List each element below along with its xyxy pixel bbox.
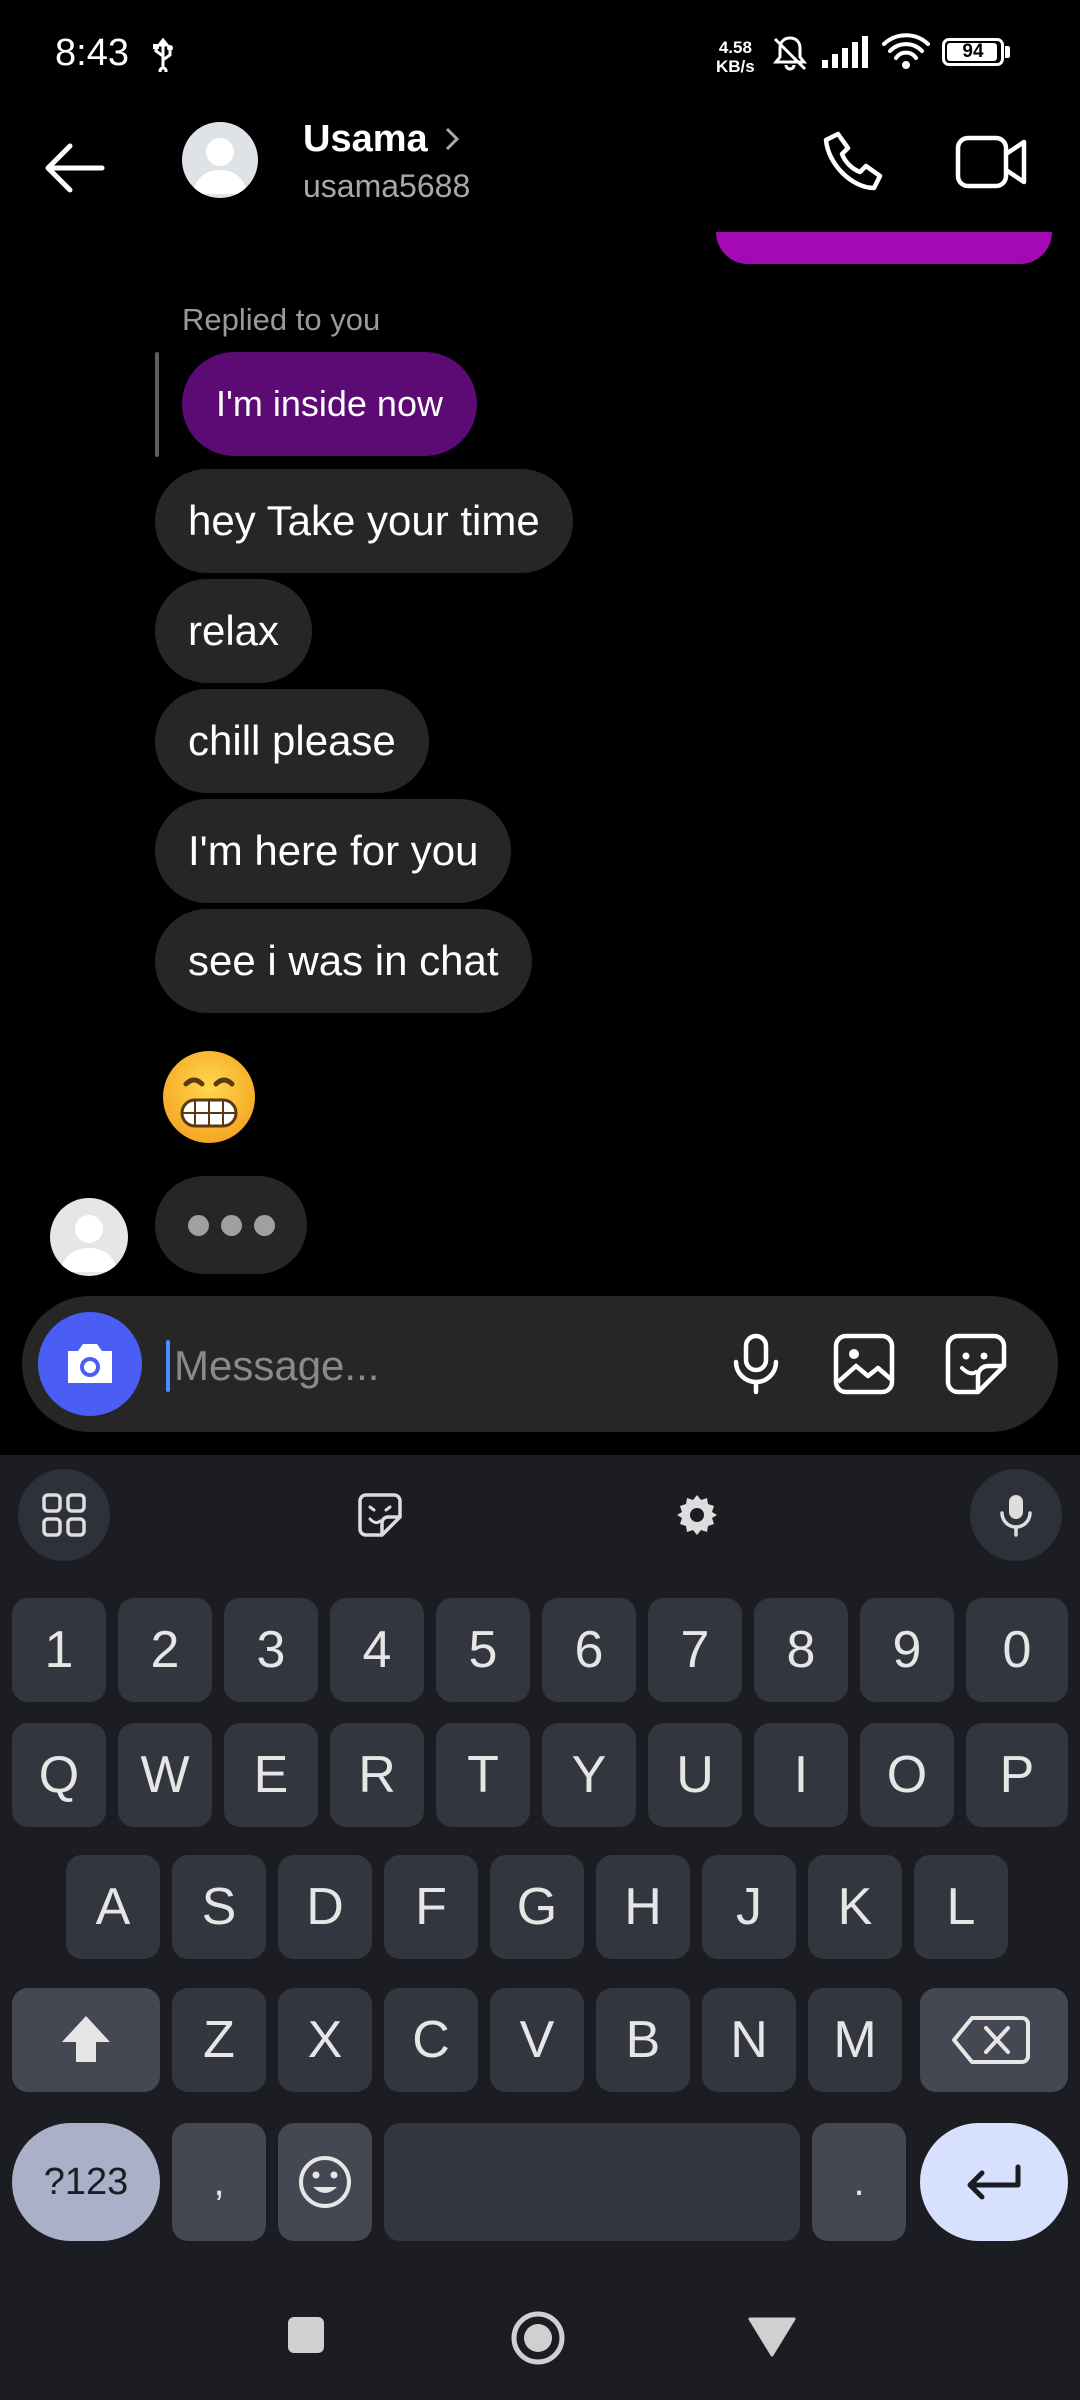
comma-key[interactable]: , <box>172 2123 266 2241</box>
symbols-key[interactable]: ?123 <box>12 2123 160 2241</box>
keyboard-apps-icon[interactable] <box>18 1469 110 1561</box>
typing-user-avatar <box>50 1198 128 1276</box>
received-message-bubble[interactable]: relax <box>155 579 313 683</box>
key[interactable]: Z <box>172 1988 266 2092</box>
key[interactable]: 8 <box>754 1598 848 1702</box>
chevron-right-icon[interactable] <box>442 124 462 154</box>
contact-name[interactable]: Usama <box>303 118 428 161</box>
network-speed-unit: KB/s <box>716 57 755 76</box>
key[interactable]: H <box>596 1855 690 1959</box>
bell-muted-icon <box>770 34 810 74</box>
phone-call-icon[interactable] <box>818 126 890 198</box>
back-triangle-icon[interactable] <box>748 2315 796 2357</box>
period-key[interactable]: . <box>812 2123 906 2241</box>
contact-avatar[interactable] <box>182 122 258 198</box>
wifi-icon <box>880 32 932 72</box>
battery-icon: 94 <box>942 38 1004 66</box>
key[interactable]: F <box>384 1855 478 1959</box>
received-message-bubble[interactable]: chill please <box>155 689 429 793</box>
video-call-icon[interactable] <box>954 126 1028 198</box>
key[interactable]: C <box>384 1988 478 2092</box>
key[interactable]: 7 <box>648 1598 742 1702</box>
reply-context-label: Replied to you <box>182 302 381 337</box>
emoji-key[interactable] <box>278 2123 372 2241</box>
usb-icon <box>150 38 176 72</box>
key[interactable]: M <box>808 1988 902 2092</box>
keyboard-sticker-icon[interactable] <box>334 1469 426 1561</box>
key[interactable]: 4 <box>330 1598 424 1702</box>
navigation-bar <box>0 2260 1080 2400</box>
backspace-key[interactable] <box>920 1988 1068 2092</box>
key[interactable]: Y <box>542 1723 636 1827</box>
key[interactable]: I <box>754 1723 848 1827</box>
message-composer <box>22 1296 1058 1432</box>
received-message-bubble[interactable]: I'm here for you <box>155 799 512 903</box>
key[interactable]: U <box>648 1723 742 1827</box>
key[interactable]: A <box>66 1855 160 1959</box>
keyboard-settings-gear-icon[interactable] <box>651 1469 743 1561</box>
key[interactable]: 5 <box>436 1598 530 1702</box>
keyboard: 1 2 3 4 5 6 7 8 9 0 Q W E R T Y U I O P … <box>0 1455 1080 2400</box>
key[interactable]: 6 <box>542 1598 636 1702</box>
battery-level: 94 <box>962 41 984 62</box>
key[interactable]: 3 <box>224 1598 318 1702</box>
key[interactable]: E <box>224 1723 318 1827</box>
status-time: 8:43 <box>55 32 129 74</box>
key[interactable]: S <box>172 1855 266 1959</box>
key[interactable]: 0 <box>966 1598 1068 1702</box>
key[interactable]: V <box>490 1988 584 2092</box>
key[interactable]: N <box>702 1988 796 2092</box>
key[interactable]: J <box>702 1855 796 1959</box>
camera-button[interactable] <box>38 1312 142 1416</box>
replied-message-bubble[interactable]: I'm inside now <box>182 352 477 456</box>
key[interactable]: R <box>330 1723 424 1827</box>
home-icon[interactable] <box>510 2310 566 2366</box>
chat-header: Usama usama5688 <box>0 110 1080 230</box>
message-input[interactable] <box>166 1330 716 1402</box>
recent-apps-icon[interactable] <box>286 2315 326 2355</box>
key[interactable]: P <box>966 1723 1068 1827</box>
gallery-icon[interactable] <box>830 1330 898 1398</box>
received-message-bubble[interactable]: hey Take your time <box>155 469 573 573</box>
key[interactable]: Q <box>12 1723 106 1827</box>
status-bar: 8:43 4.58 KB/s 94 <box>0 0 1080 110</box>
sticker-icon[interactable] <box>942 1330 1010 1398</box>
contact-username[interactable]: usama5688 <box>303 168 470 205</box>
shift-key[interactable] <box>12 1988 160 2092</box>
signal-icon <box>820 36 872 70</box>
key[interactable]: D <box>278 1855 372 1959</box>
received-message-bubble[interactable]: see i was in chat <box>155 909 532 1013</box>
key[interactable]: 1 <box>12 1598 106 1702</box>
key[interactable]: X <box>278 1988 372 2092</box>
key[interactable]: T <box>436 1723 530 1827</box>
typing-indicator <box>155 1176 307 1274</box>
key[interactable]: B <box>596 1988 690 2092</box>
back-arrow-icon[interactable] <box>40 132 112 204</box>
reply-indicator-bar <box>155 352 159 457</box>
key[interactable]: G <box>490 1855 584 1959</box>
key[interactable]: K <box>808 1855 902 1959</box>
space-key[interactable] <box>384 2123 800 2241</box>
key[interactable]: 9 <box>860 1598 954 1702</box>
key[interactable]: O <box>860 1723 954 1827</box>
key[interactable]: W <box>118 1723 212 1827</box>
key[interactable]: 2 <box>118 1598 212 1702</box>
microphone-icon[interactable] <box>722 1330 790 1398</box>
enter-key[interactable] <box>920 2123 1068 2241</box>
keyboard-voice-input-icon[interactable] <box>970 1469 1062 1561</box>
key[interactable]: L <box>914 1855 1008 1959</box>
sent-message-bubble[interactable] <box>716 232 1052 264</box>
network-speed-value: 4.58 <box>718 38 752 57</box>
grinning-face-emoji-icon[interactable] <box>160 1048 258 1146</box>
network-speed: 4.58 KB/s <box>716 38 755 76</box>
